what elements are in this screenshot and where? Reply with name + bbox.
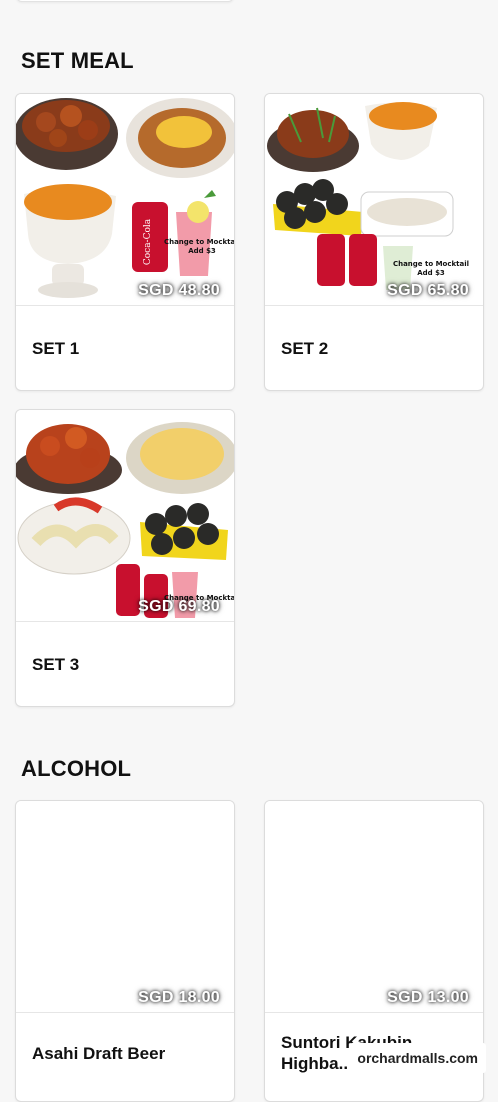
section-title-alcohol: ALCOHOL: [21, 756, 132, 781]
menu-item-set-1[interactable]: Coca-Cola Change to Mocktail Add $3 SGD …: [15, 93, 235, 391]
set-1-price: SGD 48.80: [138, 282, 220, 299]
set-1-name: SET 1: [32, 338, 80, 358]
suntori-kakubin-highball-price: SGD 13.00: [387, 989, 469, 1006]
set-2-price: SGD 65.80: [387, 282, 469, 299]
menu-item-set-3[interactable]: Change to Mocktail SGD 69.80 SET 3: [15, 409, 235, 707]
set-2-promo-line-1: Change to Mocktail: [393, 260, 469, 268]
set-2-promo-line-2: Add $3: [417, 269, 445, 277]
asahi-draft-beer-price: SGD 18.00: [138, 989, 220, 1006]
suntori-kakubin-highball-image: SGD 13.00: [265, 801, 483, 1013]
previous-item-card[interactable]: [16, 0, 234, 2]
section-title-set-meal: SET MEAL: [21, 48, 134, 73]
asahi-draft-beer-name: Asahi Draft Beer: [32, 1043, 166, 1063]
set-2-name: SET 2: [281, 338, 329, 358]
set-3-price: SGD 69.80: [138, 598, 220, 615]
set-3-image: Change to Mocktail SGD 69.80: [16, 410, 234, 622]
asahi-draft-beer-image: SGD 18.00: [16, 801, 234, 1013]
svg-text:Coca-Cola: Coca-Cola: [143, 218, 153, 265]
set-3-name: SET 3: [32, 654, 80, 674]
set-1-promo-line-2: Add $3: [188, 247, 216, 255]
set-1-promo-line-1: Change to Mocktail: [164, 238, 234, 246]
watermark: orchardmalls.com: [349, 1043, 486, 1073]
menu-item-set-2[interactable]: Change to Mocktail Add $3 SGD 65.80 SET …: [264, 93, 484, 391]
set-1-image: Coca-Cola Change to Mocktail Add $3 SGD …: [16, 94, 234, 306]
menu-item-asahi-draft-beer[interactable]: SGD 18.00 Asahi Draft Beer: [15, 800, 235, 1102]
set-2-image: Change to Mocktail Add $3 SGD 65.80: [265, 94, 483, 306]
